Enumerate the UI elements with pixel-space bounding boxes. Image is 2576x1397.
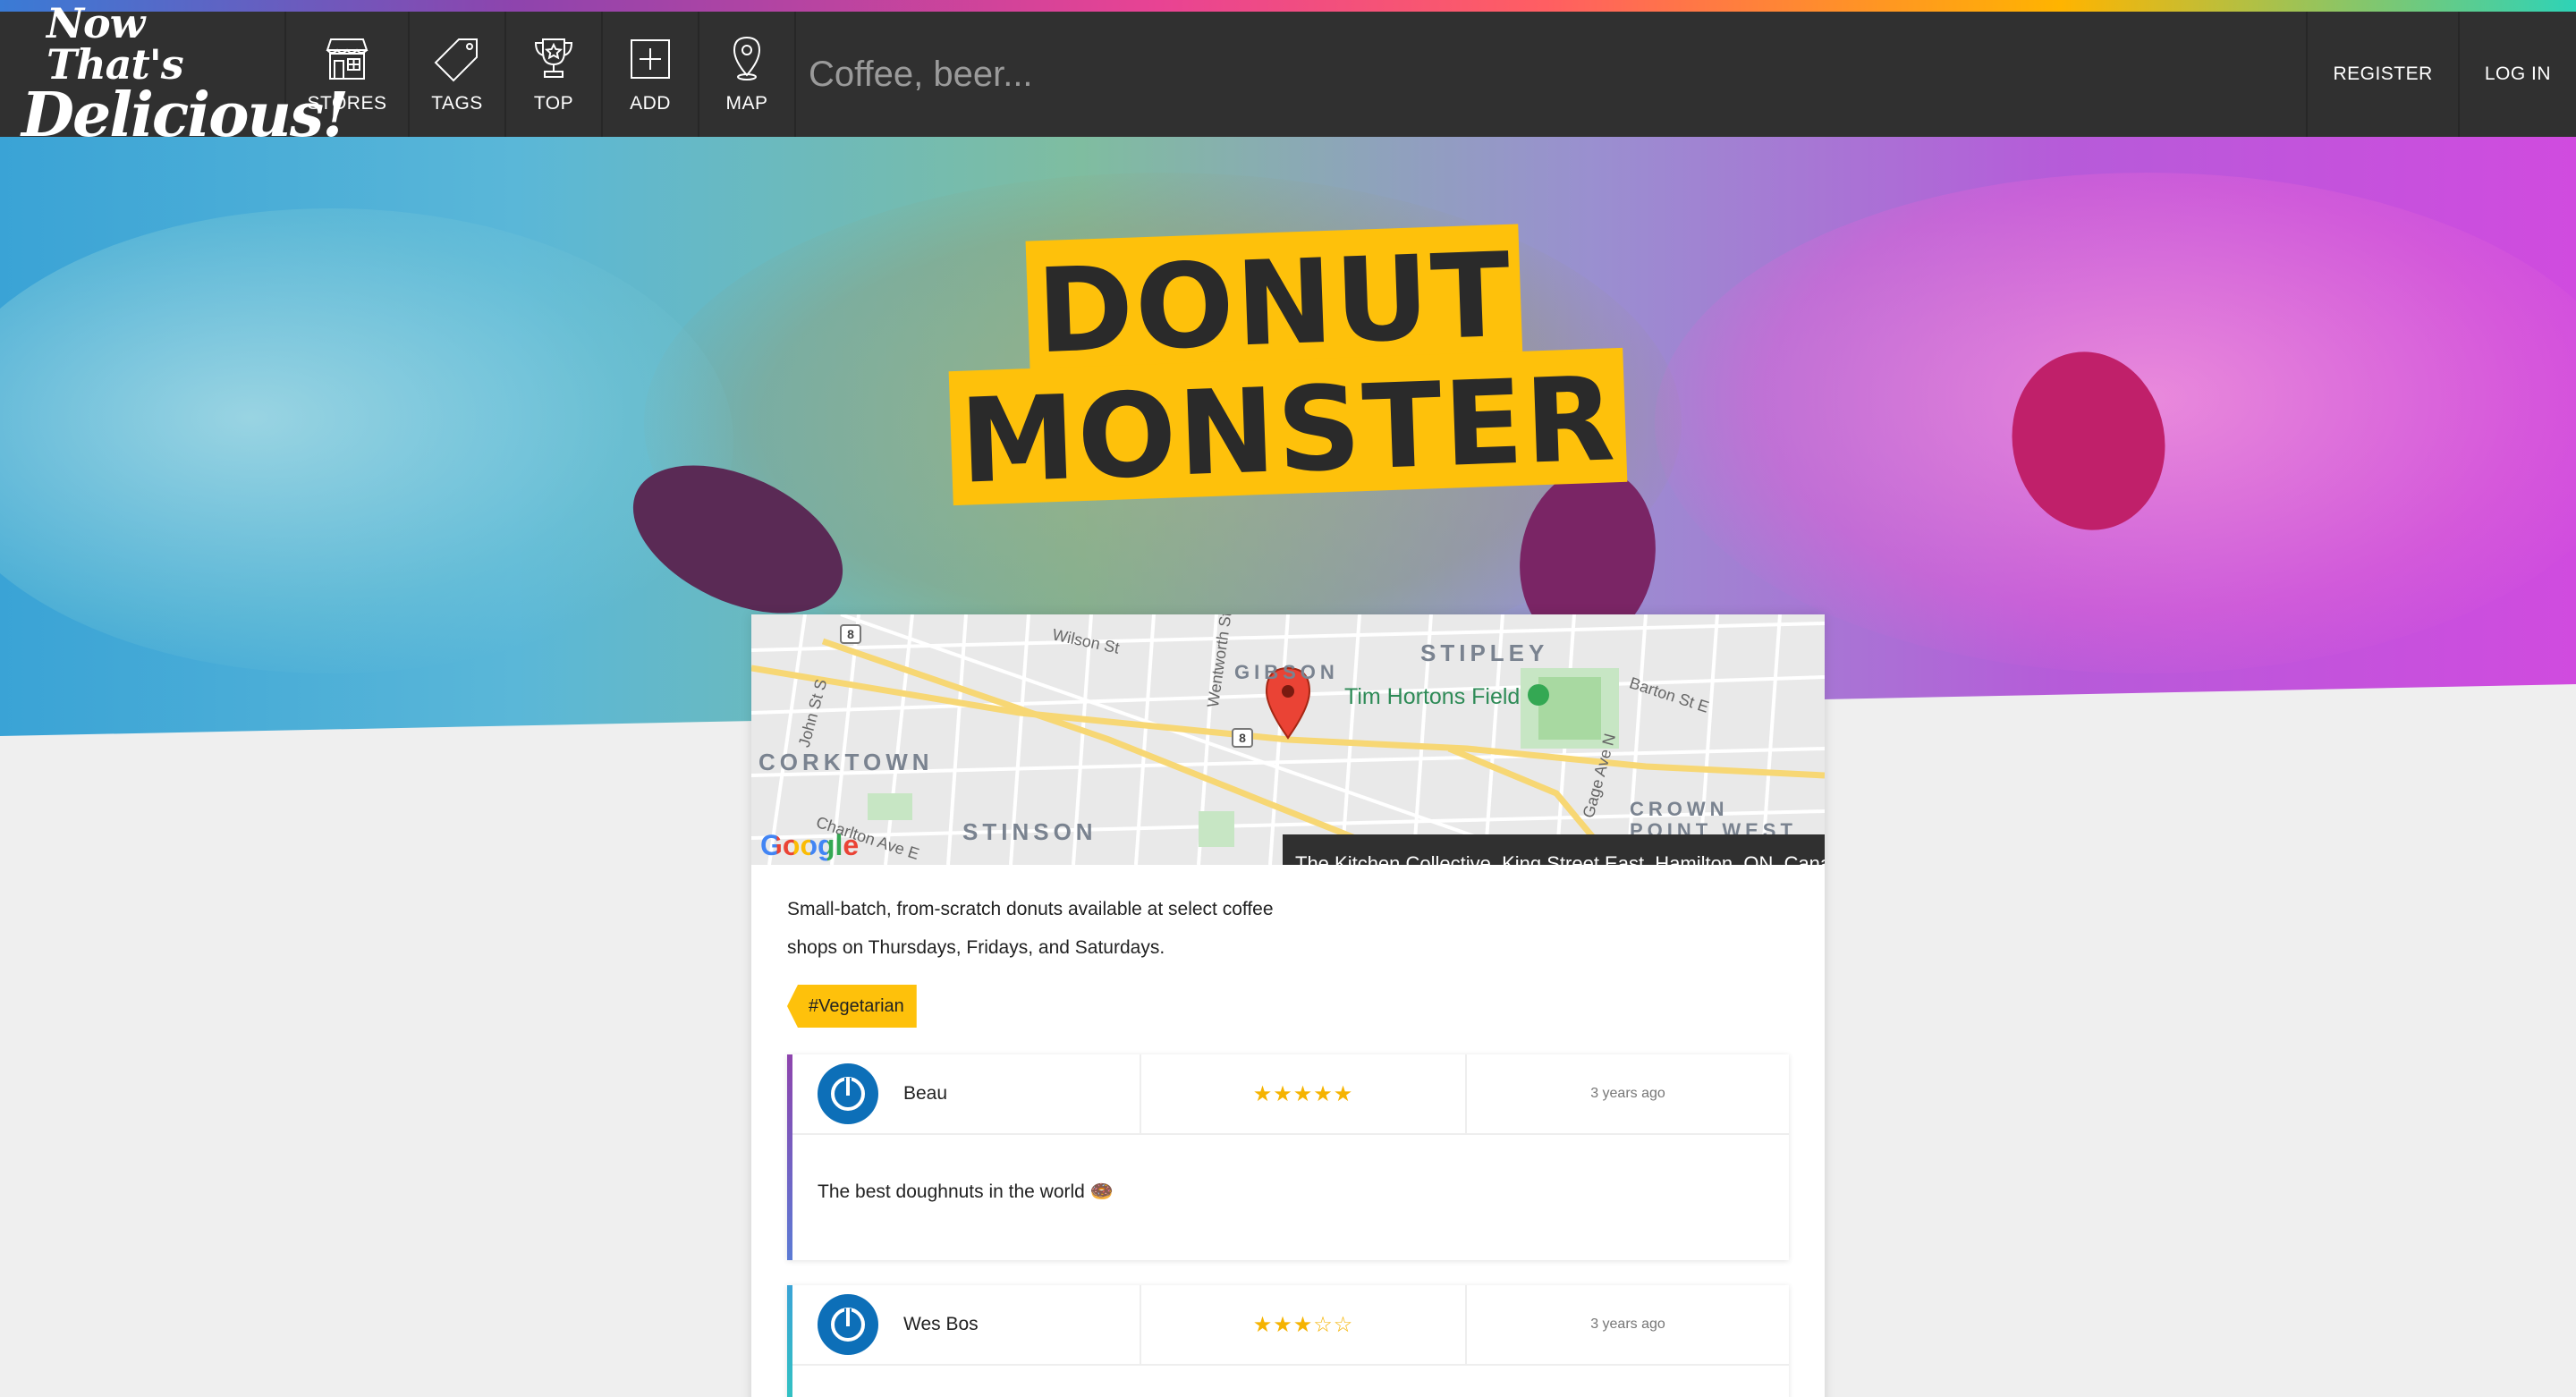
avatar	[818, 1063, 878, 1124]
top-gradient-bar	[0, 0, 2576, 12]
tag-vegetarian[interactable]: #Vegetarian	[787, 985, 917, 1028]
review-card: Wes Bos ★★★☆☆ 3 years ago	[787, 1285, 1789, 1397]
google-logo-text: Google	[760, 829, 860, 861]
nav-top-label: TOP	[533, 93, 574, 114]
nav-stores[interactable]: STORES	[286, 12, 410, 137]
store-description: Small-batch, from-scratch donuts availab…	[787, 899, 1274, 958]
review-text: The best doughnuts in the world 🍩	[818, 1181, 1114, 1202]
review-stars: ★★★☆☆	[1141, 1285, 1467, 1364]
site-logo[interactable]: Now That's Delicious!	[0, 3, 349, 146]
map-label-stipley: STIPLEY	[1420, 639, 1549, 666]
review-header: Wes Bos ★★★☆☆ 3 years ago	[792, 1285, 1789, 1366]
nav-tags[interactable]: TAGS	[410, 12, 506, 137]
power-icon	[831, 1308, 865, 1342]
review-author-name: Wes Bos	[903, 1314, 979, 1334]
store-title-line-1: DONUT	[1025, 224, 1524, 379]
nav-top[interactable]: TOP	[506, 12, 603, 137]
add-icon	[631, 39, 670, 79]
trophy-icon	[534, 38, 573, 78]
store-title: DONUT MONSTER	[0, 224, 2576, 510]
map-label-corktown: CORKTOWN	[758, 749, 934, 775]
power-icon	[831, 1077, 865, 1111]
nav-add[interactable]: ADD	[603, 12, 699, 137]
register-link[interactable]: REGISTER	[2306, 12, 2457, 137]
map-label-gibson: GIBSON	[1234, 661, 1339, 683]
login-link[interactable]: LOG IN	[2457, 12, 2576, 137]
store-card: 8 8 CORKTOWN STINSON STIPLEY GIBSON CROW…	[751, 614, 1825, 1397]
nav-stores-label: STORES	[307, 93, 387, 114]
map-pin-icon	[733, 36, 761, 80]
map-label-stinson: STINSON	[962, 818, 1097, 845]
review-time: 3 years ago	[1590, 1317, 1665, 1332]
nav-add-label: ADD	[630, 93, 671, 114]
nav-tags-label: TAGS	[431, 93, 483, 114]
route-badge-1: 8	[847, 627, 854, 641]
route-badge-2: 8	[1239, 731, 1246, 745]
google-logo[interactable]: Google	[760, 829, 859, 862]
tag-icon	[434, 38, 478, 82]
review-author-name: Beau	[903, 1083, 948, 1104]
review-text	[792, 1366, 1789, 1397]
logo-line-1: Now That's	[47, 0, 184, 89]
auth-links: REGISTER LOG IN	[2306, 12, 2576, 137]
address-tooltip: The Kitchen Collective, King Street East…	[1283, 834, 1825, 865]
store-map[interactable]: 8 8 CORKTOWN STINSON STIPLEY GIBSON CROW…	[751, 614, 1825, 865]
avatar	[818, 1294, 878, 1355]
map-poi-tim-hortons-field[interactable]: Tim Hortons Field	[1344, 684, 1520, 710]
logo-line-2: Delicious!	[21, 80, 349, 151]
store-icon	[326, 38, 369, 80]
top-nav: Now That's Delicious! STORES TAGS TOP AD…	[0, 3, 2576, 146]
review-stars: ★★★★★	[1141, 1054, 1467, 1133]
store-title-line-2: MONSTER	[948, 347, 1628, 510]
search-input[interactable]	[809, 54, 1614, 95]
review-time: 3 years ago	[1590, 1086, 1665, 1101]
review-author[interactable]: Wes Bos	[792, 1285, 1141, 1364]
review-header: Beau ★★★★★ 3 years ago	[792, 1054, 1789, 1135]
nav-map-label: MAP	[725, 93, 768, 114]
search-area	[796, 12, 2306, 137]
nav-map[interactable]: MAP	[699, 12, 796, 137]
review-card: Beau ★★★★★ 3 years ago The best doughnut…	[787, 1054, 1789, 1260]
review-author[interactable]: Beau	[792, 1054, 1141, 1133]
